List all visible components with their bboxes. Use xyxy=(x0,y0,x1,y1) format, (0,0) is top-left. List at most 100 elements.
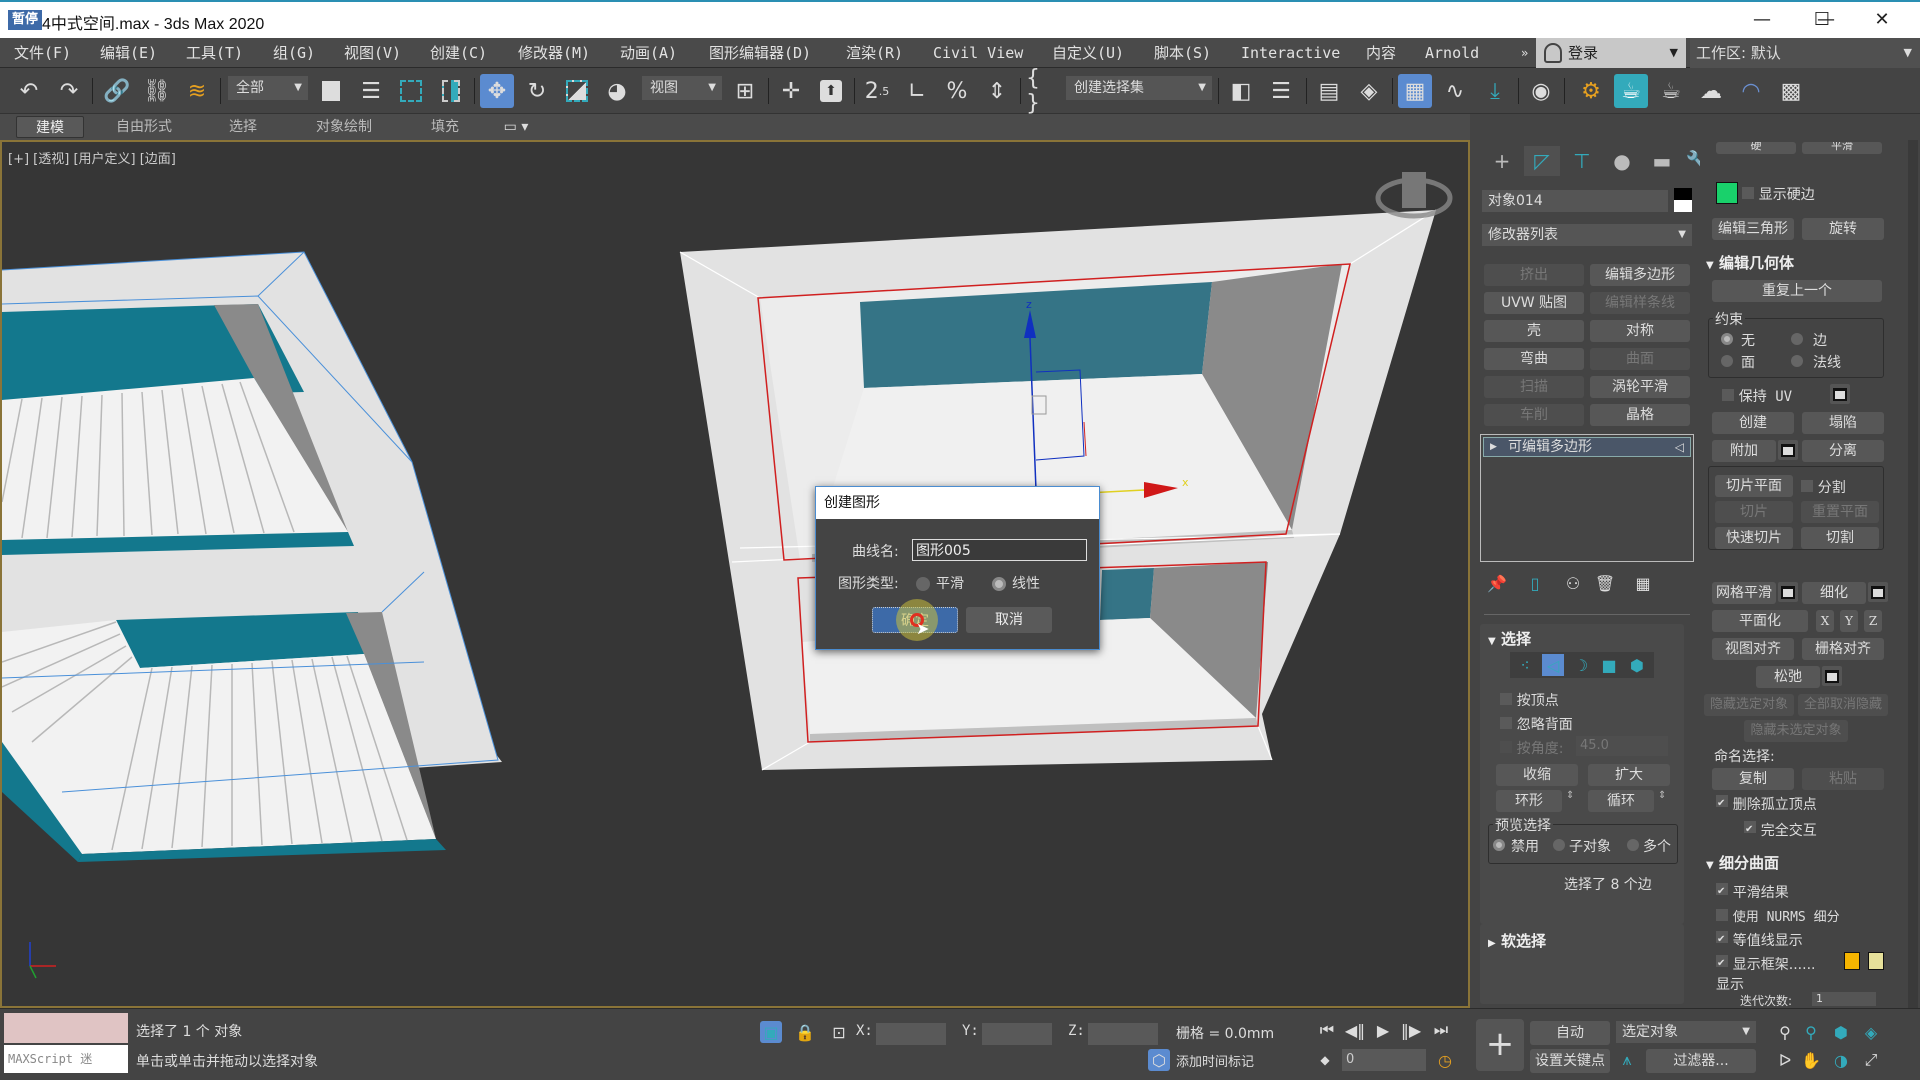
key-mode-icon[interactable]: ⩚ xyxy=(1616,1049,1638,1071)
subdivision-surface-header[interactable]: ▼ 细分曲面 xyxy=(1706,852,1779,873)
constraint-face-radio[interactable] xyxy=(1721,355,1733,367)
close-button[interactable]: ✕ xyxy=(1860,6,1904,34)
menu-civil-view[interactable]: Civil View xyxy=(933,38,1023,68)
isolate-selection-icon[interactable]: ▣ xyxy=(760,1021,782,1043)
tessellate-settings-icon[interactable] xyxy=(1868,582,1888,602)
menu-animation[interactable]: 动画(A) xyxy=(620,38,677,68)
mirror-icon[interactable]: ◧ xyxy=(1224,74,1258,108)
use-nurms-checkbox[interactable]: 使用 NURMS 细分 xyxy=(1716,906,1840,925)
go-to-end-icon[interactable]: ⏭ xyxy=(1430,1019,1452,1041)
hierarchy-tab-icon[interactable]: ⊤ xyxy=(1564,146,1600,176)
maximize-viewport-icon[interactable]: ⤢ xyxy=(1860,1049,1882,1071)
render-shortcuts-icon[interactable]: ◠ xyxy=(1734,74,1768,108)
border-level-icon[interactable]: ☽ xyxy=(1570,654,1592,676)
show-hard-edges-checkbox[interactable]: 显示硬边 xyxy=(1742,184,1815,204)
named-selection-set-dropdown[interactable]: 创建选择集 ▼ xyxy=(1066,76,1212,100)
modify-tab-icon[interactable]: ◸ xyxy=(1524,146,1560,176)
undo-icon[interactable]: ↶ xyxy=(12,74,46,108)
percent-snap-icon[interactable]: % xyxy=(940,74,974,108)
zoom-icon[interactable]: ⚲ xyxy=(1774,1021,1796,1043)
modifier-symmetry-button[interactable]: 对称 xyxy=(1590,320,1690,342)
make-planar-button[interactable]: 平面化 xyxy=(1712,610,1808,632)
object-name-field[interactable]: 对象014 xyxy=(1482,190,1668,212)
menu-content[interactable]: 内容 xyxy=(1366,38,1396,68)
constraint-normal-radio[interactable] xyxy=(1791,355,1803,367)
preview-off-radio[interactable] xyxy=(1493,839,1505,851)
cage-color-2-swatch[interactable] xyxy=(1868,952,1884,970)
field-of-view-icon[interactable]: ᐅ xyxy=(1774,1049,1796,1071)
meshsmooth-button[interactable]: 网格平滑 xyxy=(1712,582,1776,604)
edit-triangulation-button[interactable]: 编辑三角形 xyxy=(1712,218,1794,240)
absolute-mode-icon[interactable]: ⊡ xyxy=(828,1021,850,1043)
full-interactivity-checkbox[interactable]: 完全交互 xyxy=(1744,820,1817,840)
modifier-turbosmooth-button[interactable]: 涡轮平滑 xyxy=(1590,376,1690,398)
select-and-scale-icon[interactable] xyxy=(560,74,594,108)
key-mode-toggle-icon[interactable]: ◆ xyxy=(1314,1049,1336,1071)
detach-button[interactable]: 分离 xyxy=(1802,440,1884,462)
zoom-all-icon[interactable]: ⚲ xyxy=(1800,1021,1822,1043)
render-gallery-icon[interactable]: ▩ xyxy=(1774,74,1808,108)
pan-view-icon[interactable]: ✋ xyxy=(1800,1049,1822,1071)
hide-selected-button[interactable]: 隐藏选定对象 xyxy=(1704,694,1794,716)
modifier-surface-button[interactable]: 曲面 xyxy=(1590,348,1690,370)
linear-radio[interactable] xyxy=(992,577,1006,591)
remove-modifier-icon[interactable]: 🗑 xyxy=(1594,572,1616,594)
spinner-snap-icon[interactable]: ⇕ xyxy=(980,74,1014,108)
selection-rollout-header[interactable]: ▼ 选择 xyxy=(1488,628,1531,649)
menu-file[interactable]: 文件(F) xyxy=(14,38,71,68)
play-icon[interactable]: ▶ xyxy=(1372,1019,1394,1041)
cancel-button[interactable]: 取消 xyxy=(966,607,1052,633)
vertex-level-icon[interactable]: ⁖ xyxy=(1514,654,1536,676)
time-tag-icon[interactable]: ⬡ xyxy=(1148,1049,1170,1071)
select-object-icon[interactable] xyxy=(314,74,348,108)
ribbon-tab-modeling[interactable]: 建模 xyxy=(16,116,84,138)
make-unique-icon[interactable]: ⚇ xyxy=(1562,572,1584,594)
slice-button[interactable]: 切片 xyxy=(1715,501,1793,523)
stack-item-editable-poly[interactable]: ▶ 可编辑多边形 ◁ xyxy=(1483,437,1691,457)
menu-group[interactable]: 组(G) xyxy=(273,38,315,68)
y-coordinate-field[interactable] xyxy=(982,1023,1052,1045)
cut-button[interactable]: 切割 xyxy=(1801,527,1879,549)
modifier-sweep-button[interactable]: 扫描 xyxy=(1484,376,1584,398)
iterations-spinner[interactable]: 1 xyxy=(1812,992,1876,1006)
schematic-view-icon[interactable]: ⤓ xyxy=(1478,74,1512,108)
ribbon-tab-selection[interactable]: 选择 xyxy=(210,116,276,138)
expand-arrow-icon[interactable]: ▶ xyxy=(1490,438,1497,456)
auto-key-button[interactable]: 自动 xyxy=(1530,1021,1610,1045)
planar-z-button[interactable]: Z xyxy=(1864,610,1882,632)
quickslice-button[interactable]: 快速切片 xyxy=(1715,527,1793,549)
menu-view[interactable]: 视图(V) xyxy=(344,38,401,68)
element-level-icon[interactable]: ⬢ xyxy=(1626,654,1648,676)
hard-button[interactable]: 硬 xyxy=(1716,142,1796,154)
menu-tools[interactable]: 工具(T) xyxy=(186,38,243,68)
modifier-bend-button[interactable]: 弯曲 xyxy=(1484,348,1584,370)
soft-selection-header[interactable]: ▶ 软选择 xyxy=(1488,930,1546,951)
login-dropdown[interactable]: 登录 ▼ xyxy=(1536,38,1686,68)
view-align-button[interactable]: 视图对齐 xyxy=(1712,638,1794,660)
by-vertex-checkbox[interactable]: 按顶点 xyxy=(1500,690,1559,710)
constraint-none-radio[interactable] xyxy=(1721,333,1733,345)
maximize-button[interactable]: ☐ xyxy=(1800,6,1844,34)
layer-explorer-icon[interactable]: ◈ xyxy=(1352,74,1386,108)
orbit-icon[interactable]: ◑ xyxy=(1830,1049,1852,1071)
repeat-last-button[interactable]: 重复上一个 xyxy=(1712,280,1882,302)
select-manipulate-icon[interactable]: ✛ xyxy=(774,74,808,108)
bind-space-warp-icon[interactable]: ≋ xyxy=(180,74,214,108)
modifier-uvw-map-button[interactable]: UVW 贴图 xyxy=(1484,292,1584,314)
zoom-extents-icon[interactable]: ⬢ xyxy=(1830,1021,1852,1043)
set-key-big-button[interactable]: + xyxy=(1476,1019,1524,1071)
loop-spinner-icon[interactable]: ⇕ xyxy=(1658,790,1666,801)
angle-snap-icon[interactable]: ∟ xyxy=(900,74,934,108)
ribbon-options-icon[interactable]: ▭ ▾ xyxy=(496,116,536,138)
collapse-button[interactable]: 塌陷 xyxy=(1802,412,1884,434)
grow-button[interactable]: 扩大 xyxy=(1588,764,1670,786)
menu-interactive[interactable]: Interactive xyxy=(1241,38,1340,68)
planar-x-button[interactable]: X xyxy=(1816,610,1834,632)
copy-button[interactable]: 复制 xyxy=(1712,768,1794,790)
object-color-swatch[interactable] xyxy=(1674,188,1692,212)
attach-list-icon[interactable] xyxy=(1778,440,1798,460)
z-coordinate-field[interactable] xyxy=(1088,1023,1158,1045)
x-coordinate-field[interactable] xyxy=(876,1023,946,1045)
cage-color-1-swatch[interactable] xyxy=(1844,952,1860,970)
menu-overflow[interactable]: » xyxy=(1521,38,1528,68)
